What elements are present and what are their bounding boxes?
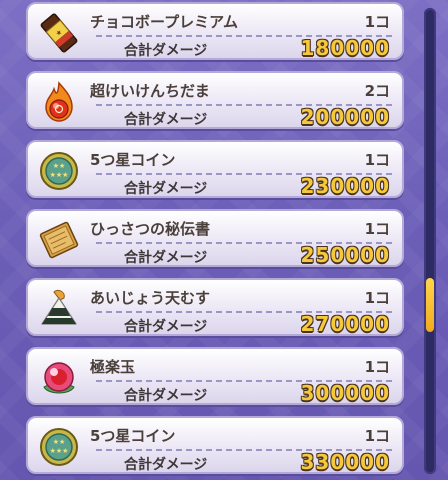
svg-text:★★: ★★	[53, 438, 66, 446]
chocolate-bar-icon: ★	[36, 10, 82, 56]
svg-text:★★★: ★★★	[50, 447, 69, 455]
item-name: あいじょう天むす	[90, 289, 211, 307]
item-card[interactable]: ★★ ★★★ 5つ星コイン 1コ 合計ダメージ 330000	[26, 416, 404, 474]
damage-value: 250000	[300, 243, 390, 267]
item-card[interactable]: ★★ ★★★ 5つ星コイン 1コ 合計ダメージ 230000	[26, 140, 404, 198]
star-coin-icon: ★★ ★★★	[36, 424, 82, 470]
tenmusu-riceball-icon	[36, 286, 82, 332]
damage-label: 合計ダメージ	[124, 319, 208, 335]
damage-label: 合計ダメージ	[124, 250, 208, 266]
svg-text:★★★: ★★★	[50, 171, 69, 179]
item-card[interactable]: あいじょう天むす 1コ 合計ダメージ 270000	[26, 278, 404, 336]
damage-value: 270000	[300, 312, 390, 336]
damage-value: 330000	[300, 450, 390, 474]
item-quantity: 1コ	[364, 220, 390, 238]
damage-value: 180000	[300, 36, 390, 60]
svg-text:★★: ★★	[53, 162, 66, 170]
damage-label: 合計ダメージ	[124, 457, 208, 473]
scrollbar-track[interactable]	[424, 8, 436, 474]
damage-label: 合計ダメージ	[124, 181, 208, 197]
scroll-book-icon	[36, 217, 82, 263]
damage-label: 合計ダメージ	[124, 43, 208, 59]
item-card[interactable]: ★ チョコボープレミアム 1コ 合計ダメージ 180000	[26, 2, 404, 60]
item-quantity: 1コ	[364, 358, 390, 376]
fire-orb-icon	[36, 79, 82, 125]
item-name: 超けいけんちだま	[90, 82, 210, 100]
item-name: チョコボープレミアム	[90, 13, 239, 31]
damage-label: 合計ダメージ	[124, 388, 208, 404]
item-name: 5つ星コイン	[90, 151, 176, 169]
item-name: 極楽玉	[90, 358, 136, 376]
item-quantity: 1コ	[364, 13, 390, 31]
item-name: 5つ星コイン	[90, 427, 176, 445]
damage-value: 230000	[300, 174, 390, 198]
pink-orb-icon	[36, 355, 82, 401]
item-name: ひっさつの秘伝書	[90, 220, 211, 238]
scrollbar-thumb[interactable]	[426, 278, 434, 332]
item-quantity: 1コ	[364, 151, 390, 169]
item-card[interactable]: ひっさつの秘伝書 1コ 合計ダメージ 250000	[26, 209, 404, 267]
item-quantity: 1コ	[364, 289, 390, 307]
item-quantity: 1コ	[364, 427, 390, 445]
item-list: ★ チョコボープレミアム 1コ 合計ダメージ 180000 超けいけんちだま 2…	[26, 0, 406, 480]
damage-value: 300000	[300, 381, 390, 405]
damage-value: 200000	[300, 105, 390, 129]
damage-label: 合計ダメージ	[124, 112, 208, 128]
item-quantity: 2コ	[364, 82, 390, 100]
star-coin-icon: ★★ ★★★	[36, 148, 82, 194]
item-card[interactable]: 超けいけんちだま 2コ 合計ダメージ 200000	[26, 71, 404, 129]
item-card[interactable]: 極楽玉 1コ 合計ダメージ 300000	[26, 347, 404, 405]
